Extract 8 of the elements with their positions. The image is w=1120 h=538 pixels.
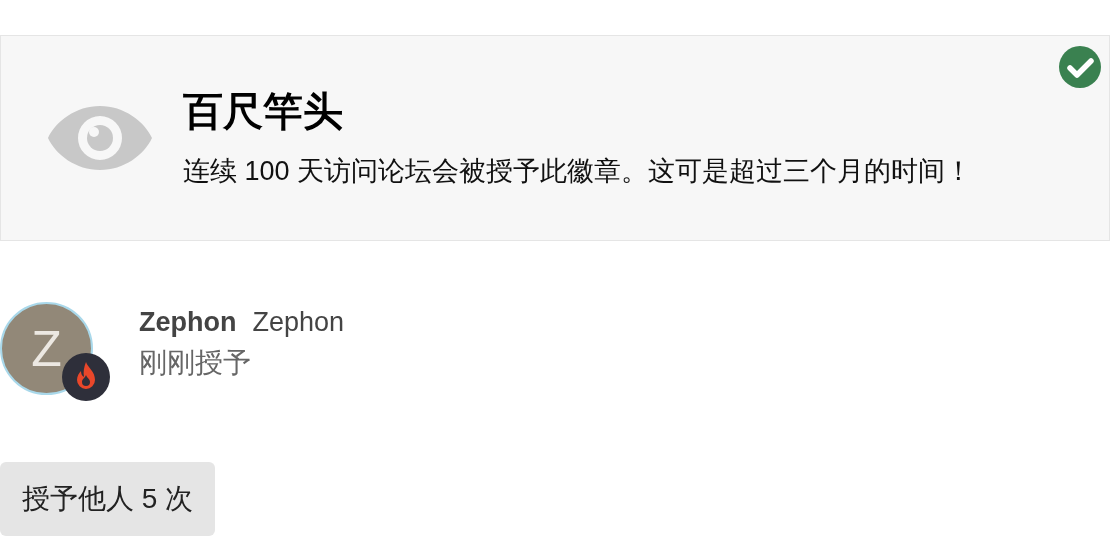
user-full-name: Zephon [252,307,345,338]
grant-count-button[interactable]: 授予他人 5 次 [0,462,216,536]
badge-title: 百尺竿头 [183,87,344,135]
username[interactable]: Zephon [139,307,237,338]
flame-icon [62,353,110,401]
granted-time: 刚刚授予 [139,346,252,380]
badge-description: 连续 100 天访问论坛会被授予此徽章。这可是超过三个月的时间！ [183,154,973,188]
eye-icon [46,103,154,173]
